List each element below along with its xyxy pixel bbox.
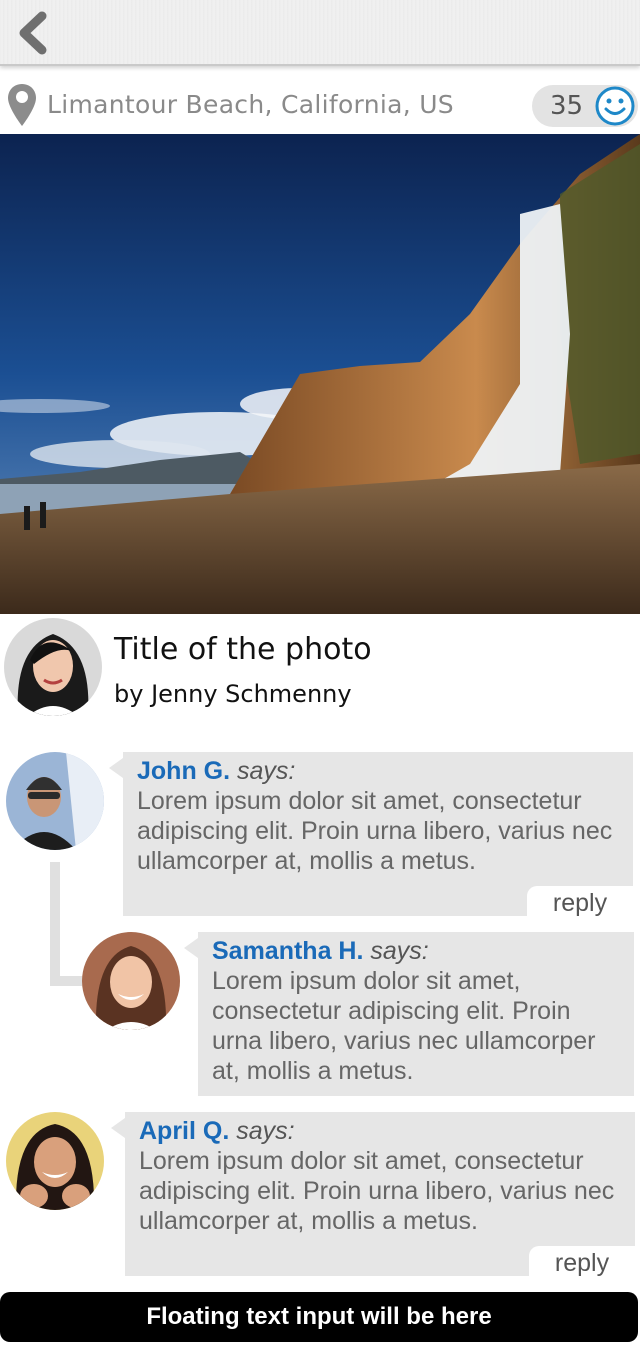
back-button[interactable] [12,10,56,56]
comment-author[interactable]: Samantha H. [212,937,363,965]
avatar-image [82,932,180,1030]
commenter-avatar[interactable] [6,752,104,850]
smiley-icon [595,86,635,126]
like-count: 35 [550,91,584,121]
floating-text-input[interactable]: Floating text input will be here [0,1292,638,1342]
location-label: Limantour Beach, California, US [47,90,454,119]
main-photo[interactable] [0,134,640,614]
thread-connector [50,862,60,986]
photo-title: Title of the photo [114,632,372,667]
comment-bubble: April Q. says: Lorem ipsum dolor sit ame… [111,1112,635,1277]
location-row: Limantour Beach, California, US 35 [0,78,640,134]
thread-connector [50,976,82,986]
comment-author[interactable]: April Q. [139,1117,229,1145]
comment-bubble: Samantha H. says: Lorem ipsum dolor sit … [184,932,634,1096]
reply-button[interactable]: reply [529,1246,635,1277]
like-button[interactable]: 35 [532,85,638,127]
comment-text: Lorem ipsum dolor sit amet, consectetur … [139,1147,615,1235]
avatar-image [6,1112,104,1210]
top-bar [0,0,640,66]
commenter-avatar[interactable] [82,932,180,1030]
comment-author[interactable]: John G. [137,757,230,785]
avatar-image [4,618,102,716]
chevron-left-icon [19,11,47,55]
photo-image [0,134,640,614]
comment-text: Lorem ipsum dolor sit amet, consectetur … [137,787,613,875]
commenter-avatar[interactable] [6,1112,104,1210]
comment-says: says: [237,757,296,785]
comment-says: says: [236,1117,295,1145]
author-avatar[interactable] [4,618,102,716]
comment-says: says: [370,937,429,965]
comment-text: Lorem ipsum dolor sit amet, consectetur … [212,967,596,1085]
comment-bubble: John G. says: Lorem ipsum dolor sit amet… [109,752,633,917]
avatar-image [6,752,104,850]
reply-button[interactable]: reply [527,886,633,917]
map-pin-icon [8,84,36,126]
photo-byline[interactable]: by Jenny Schmenny [114,680,352,708]
